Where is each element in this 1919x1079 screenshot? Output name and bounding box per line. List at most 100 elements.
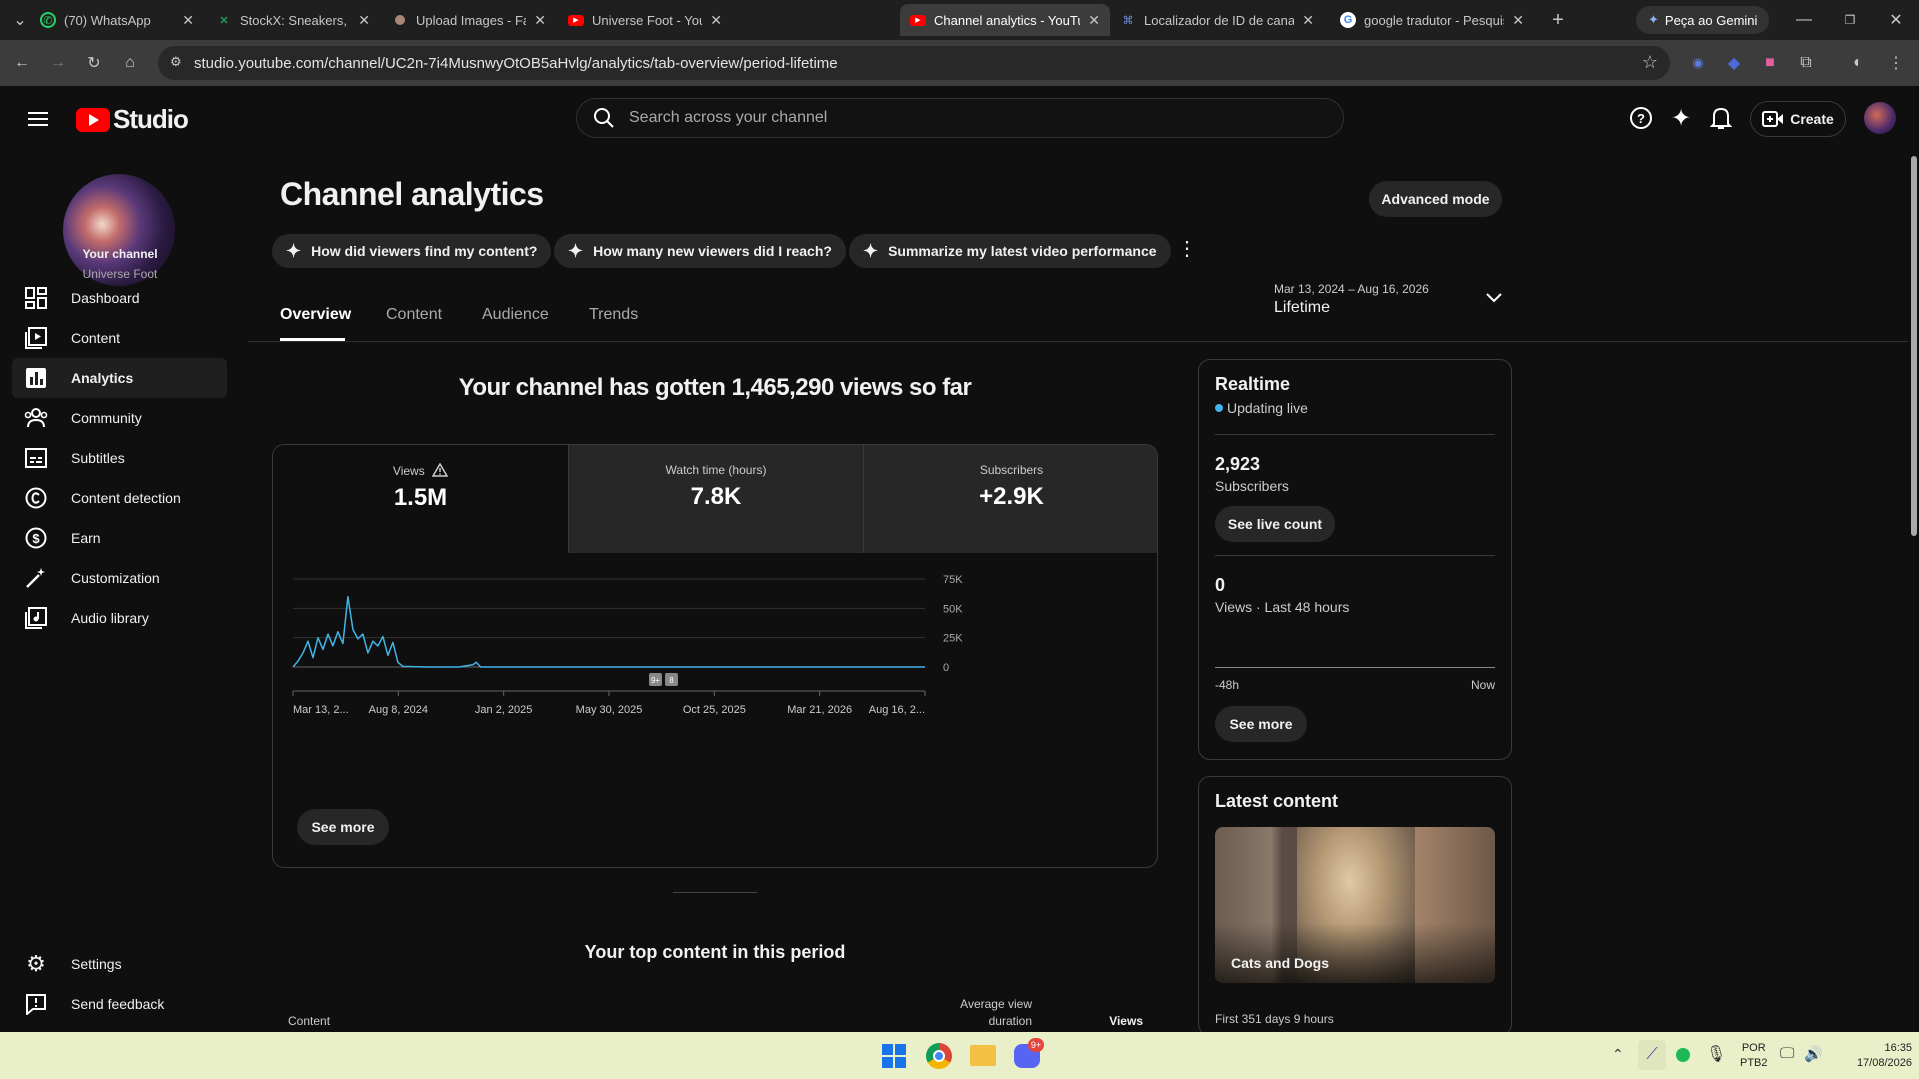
network-icon[interactable]: 🖵	[1780, 1045, 1794, 1062]
sparkle-icon[interactable]: ✦	[1668, 105, 1694, 132]
suggestion-chip[interactable]: ✦ How did viewers find my content?	[272, 234, 552, 268]
close-tab-icon[interactable]: ✕	[1302, 12, 1314, 29]
advanced-mode-button[interactable]: Advanced mode	[1369, 181, 1502, 217]
tab-audience[interactable]: Audience	[482, 306, 549, 324]
extension-icon[interactable]: ■	[1758, 51, 1782, 75]
volume-icon[interactable]: 🔊	[1804, 1045, 1823, 1063]
close-tab-icon[interactable]: ✕	[1512, 12, 1524, 29]
browser-tab-active[interactable]: ▶ Channel analytics - YouTube ✕	[900, 4, 1110, 36]
suggestion-text: How many new viewers did I reach?	[593, 243, 832, 259]
divider	[1215, 434, 1495, 435]
studio-logo[interactable]: Studio	[76, 104, 189, 135]
sidebar-item-customization[interactable]: Customization	[12, 558, 227, 598]
site-info-icon[interactable]: ⚙	[170, 54, 182, 70]
close-tab-icon[interactable]: ✕	[710, 12, 722, 29]
period-selector[interactable]: Mar 13, 2024 – Aug 16, 2026 Lifetime	[1274, 282, 1502, 322]
metric-tab-watch-time[interactable]: Watch time (hours) 7.8K	[568, 445, 863, 553]
scrollbar-thumb[interactable]	[1911, 156, 1917, 536]
sidebar-item-subtitles[interactable]: Subtitles	[12, 438, 227, 478]
sidebar-item-settings[interactable]: ⚙ Settings	[12, 944, 227, 984]
sidebar-item-content-detection[interactable]: Content detection	[12, 478, 227, 518]
close-tab-icon[interactable]: ✕	[358, 12, 370, 29]
help-icon[interactable]: ?	[1628, 105, 1654, 131]
url-field[interactable]: ⚙ studio.youtube.com/channel/UC2n-7i4Mus…	[158, 46, 1670, 80]
windows-start-icon[interactable]	[882, 1044, 906, 1068]
sidebar-item-audio-library[interactable]: Audio library	[12, 598, 227, 638]
tab-search-icon[interactable]: ⌄	[8, 8, 32, 32]
close-tab-icon[interactable]: ✕	[182, 12, 194, 29]
tab-overview[interactable]: Overview	[280, 306, 351, 324]
extension-icon[interactable]: ◆	[1722, 51, 1746, 75]
close-tab-icon[interactable]: ✕	[534, 12, 546, 29]
sidebar-item-dashboard[interactable]: Dashboard	[12, 278, 227, 318]
notifications-bell-icon[interactable]	[1708, 105, 1734, 131]
extensions-puzzle-icon[interactable]: ⧉	[1794, 51, 1818, 75]
sidebar-item-analytics[interactable]: Analytics	[12, 358, 227, 398]
x-tick-label: Oct 25, 2025	[683, 704, 746, 716]
pen-tray-icon[interactable]: ⟋	[1638, 1040, 1666, 1070]
y-tick-label: 25K	[943, 633, 963, 645]
forward-icon[interactable]: →	[46, 51, 70, 75]
language-indicator[interactable]: POR PTB2	[1740, 1041, 1768, 1071]
discord-icon[interactable]: 9+	[1014, 1038, 1044, 1068]
tab-trends[interactable]: Trends	[589, 306, 638, 324]
metric-tab-subscribers[interactable]: Subscribers +2.9K	[863, 445, 1157, 553]
chrome-icon[interactable]	[926, 1043, 952, 1069]
browser-tab[interactable]: Upload Images - Fameswap ✕	[382, 4, 556, 36]
suggestion-chip[interactable]: ✦ How many new viewers did I reach?	[554, 234, 846, 268]
realtime-views-value: 0	[1215, 575, 1226, 595]
close-tab-icon[interactable]: ✕	[1088, 12, 1100, 29]
browser-tab[interactable]: G google tradutor - Pesquisa ✕	[1330, 4, 1534, 36]
browser-tab[interactable]: ✆ (70) WhatsApp ✕	[30, 4, 204, 36]
sidebar-item-feedback[interactable]: Send feedback	[12, 984, 227, 1024]
microphone-icon[interactable]: 🎙	[1706, 1044, 1726, 1064]
studio-app: Studio Search across your channel ? ✦ Cr…	[0, 86, 1919, 1036]
create-button[interactable]: Create	[1750, 101, 1846, 137]
browser-menu-icon[interactable]: ⋮	[1884, 51, 1908, 75]
more-options-icon[interactable]: ⋮	[1176, 236, 1198, 266]
account-avatar[interactable]	[1864, 102, 1896, 134]
spotify-tray-icon[interactable]	[1676, 1048, 1690, 1062]
see-live-count-button[interactable]: See live count	[1215, 506, 1335, 542]
extension-icon[interactable]: ◉	[1686, 51, 1710, 75]
restore-icon[interactable]: ❐	[1838, 8, 1862, 32]
bookmark-star-icon[interactable]: ☆	[1642, 52, 1658, 73]
gemini-button[interactable]: ✦ Peça ao Gemini	[1636, 6, 1770, 34]
column-header-avd[interactable]: Average view duration	[950, 996, 1032, 1030]
fameswap-icon	[395, 15, 405, 25]
latest-video-thumbnail[interactable]: Cats and Dogs	[1215, 827, 1495, 983]
suggestion-chip[interactable]: ✦ Summarize my latest video performance	[849, 234, 1171, 268]
browser-tab[interactable]: ▶ Universe Foot - YouTube ✕	[558, 4, 732, 36]
search-bar[interactable]: Search across your channel	[576, 98, 1344, 138]
new-tab-icon[interactable]: +	[1546, 8, 1570, 32]
search-input[interactable]: Search across your channel	[629, 109, 827, 127]
column-header-views[interactable]: Views	[1098, 1014, 1143, 1028]
sidebar-item-content[interactable]: Content	[12, 318, 227, 358]
profile-icon[interactable]: ◐	[1846, 51, 1870, 75]
home-icon[interactable]: ⌂	[118, 51, 142, 75]
sidebar-item-earn[interactable]: $ Earn	[12, 518, 227, 558]
tab-title: StockX: Sneakers, Streetwear	[240, 12, 350, 28]
chevron-down-icon	[1486, 290, 1502, 308]
minimize-icon[interactable]: —	[1792, 8, 1816, 32]
thumbnail-gradient	[1215, 923, 1495, 983]
logo-text: Studio	[113, 104, 189, 134]
realtime-views-label: Views · Last 48 hours	[1215, 599, 1350, 615]
tray-chevron-up-icon[interactable]: ⌃	[1612, 1046, 1624, 1063]
menu-icon[interactable]	[25, 106, 51, 132]
tab-content[interactable]: Content	[386, 306, 442, 324]
file-explorer-icon[interactable]	[970, 1045, 996, 1066]
page-scrollbar[interactable]	[1908, 156, 1919, 1036]
content-icon	[24, 326, 48, 350]
realtime-see-more-button[interactable]: See more	[1215, 706, 1307, 742]
youtube-icon: ▶	[568, 14, 584, 26]
see-more-button[interactable]: See more	[297, 809, 389, 845]
browser-tab[interactable]: ✕ StockX: Sneakers, Streetwear ✕	[206, 4, 380, 36]
reload-icon[interactable]: ↻	[82, 51, 106, 75]
window-close-icon[interactable]: ✕	[1884, 8, 1908, 32]
browser-tab[interactable]: ⌘ Localizador de ID de canal ✕	[1110, 4, 1324, 36]
metric-tab-views[interactable]: Views 1.5M	[273, 445, 568, 553]
clock[interactable]: 16:35 17/08/2026	[1832, 1041, 1912, 1071]
sidebar-item-community[interactable]: Community	[12, 398, 227, 438]
back-icon[interactable]: ←	[10, 51, 34, 75]
